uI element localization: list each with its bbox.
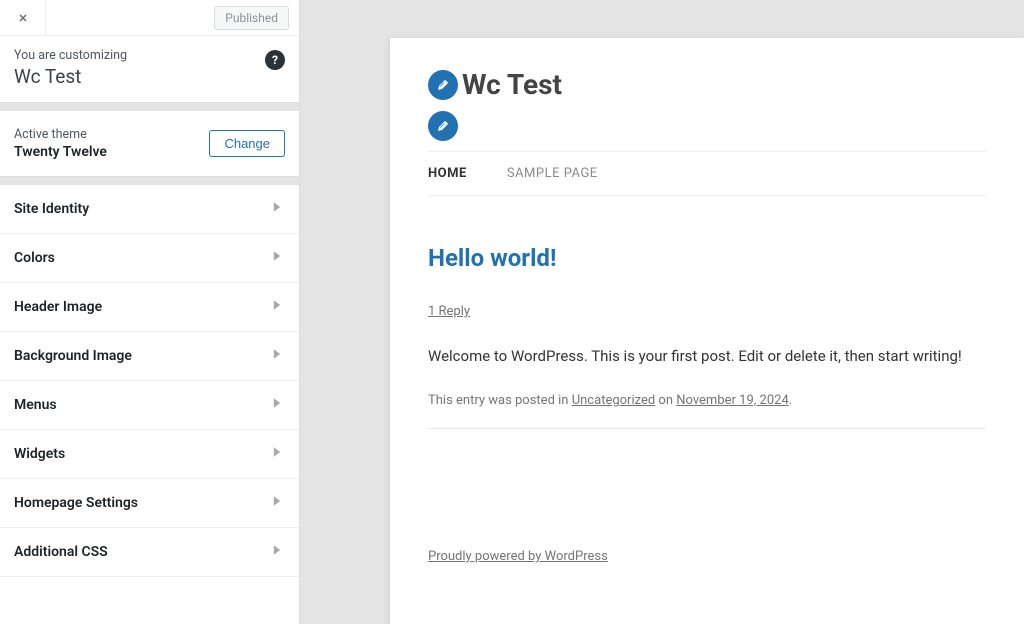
nav-item-sample-page[interactable]: SAMPLE PAGE bbox=[507, 166, 598, 181]
customizing-label: You are customizing bbox=[14, 48, 285, 63]
section-label: Additional CSS bbox=[14, 544, 108, 560]
section-label: Site Identity bbox=[14, 201, 89, 217]
active-theme-label: Active theme bbox=[14, 127, 107, 142]
section-label: Homepage Settings bbox=[14, 495, 138, 511]
section-label: Colors bbox=[14, 250, 55, 266]
section-widgets[interactable]: Widgets bbox=[0, 430, 299, 479]
sidebar-gap bbox=[0, 177, 299, 185]
close-button[interactable] bbox=[0, 0, 46, 36]
section-additional-css[interactable]: Additional CSS bbox=[0, 528, 299, 577]
nav-item-home[interactable]: HOME bbox=[428, 166, 467, 181]
help-icon[interactable]: ? bbox=[265, 50, 285, 70]
published-button[interactable]: Published bbox=[214, 6, 289, 30]
customizing-header: You are customizing Wc Test ? bbox=[0, 36, 299, 103]
edit-site-title-button[interactable] bbox=[428, 70, 458, 100]
section-colors[interactable]: Colors bbox=[0, 234, 299, 283]
footer-link[interactable]: Proudly powered by WordPress bbox=[428, 549, 608, 564]
section-homepage-settings[interactable]: Homepage Settings bbox=[0, 479, 299, 528]
edit-nav-button[interactable] bbox=[428, 111, 458, 141]
chevron-right-icon bbox=[269, 248, 285, 268]
post-meta-prefix: This entry was posted in bbox=[428, 393, 572, 408]
date-link[interactable]: November 19, 2024 bbox=[676, 393, 789, 408]
section-header-image[interactable]: Header Image bbox=[0, 283, 299, 332]
customizer-sidebar: Published You are customizing Wc Test ? … bbox=[0, 0, 300, 624]
section-menus[interactable]: Menus bbox=[0, 381, 299, 430]
customizing-site-title: Wc Test bbox=[14, 65, 285, 88]
chevron-right-icon bbox=[269, 444, 285, 464]
close-icon bbox=[16, 11, 30, 25]
chevron-right-icon bbox=[269, 346, 285, 366]
section-site-identity[interactable]: Site Identity bbox=[0, 185, 299, 234]
post-title-link[interactable]: Hello world! bbox=[428, 244, 986, 272]
primary-nav: HOME SAMPLE PAGE bbox=[428, 151, 986, 196]
customizer-sections: Site Identity Colors Header Image Backgr… bbox=[0, 185, 299, 577]
sidebar-gap bbox=[0, 103, 299, 111]
preview-frame: Wc Test HOME SAMPLE PAGE Hello world! 1 … bbox=[390, 38, 1024, 624]
change-theme-button[interactable]: Change bbox=[209, 130, 285, 157]
post-meta-on: on bbox=[655, 393, 676, 408]
post-body: Welcome to WordPress. This is your first… bbox=[428, 347, 986, 365]
chevron-right-icon bbox=[269, 395, 285, 415]
category-link[interactable]: Uncategorized bbox=[572, 393, 655, 408]
chevron-right-icon bbox=[269, 199, 285, 219]
sidebar-top-bar: Published bbox=[0, 0, 299, 36]
active-theme-row: Active theme Twenty Twelve Change bbox=[0, 111, 299, 177]
post-meta: This entry was posted in Uncategorized o… bbox=[428, 393, 986, 429]
reply-link[interactable]: 1 Reply bbox=[428, 304, 470, 319]
pencil-icon bbox=[436, 119, 450, 133]
section-label: Background Image bbox=[14, 348, 132, 364]
section-label: Header Image bbox=[14, 299, 102, 315]
post-meta-suffix: . bbox=[789, 393, 792, 408]
pencil-icon bbox=[436, 78, 450, 92]
chevron-right-icon bbox=[269, 493, 285, 513]
section-label: Widgets bbox=[14, 446, 65, 462]
section-label: Menus bbox=[14, 397, 57, 413]
preview-area: Wc Test HOME SAMPLE PAGE Hello world! 1 … bbox=[300, 0, 1024, 624]
chevron-right-icon bbox=[269, 542, 285, 562]
active-theme-name: Twenty Twelve bbox=[14, 144, 107, 160]
chevron-right-icon bbox=[269, 297, 285, 317]
site-title[interactable]: Wc Test bbox=[462, 68, 562, 101]
section-background-image[interactable]: Background Image bbox=[0, 332, 299, 381]
